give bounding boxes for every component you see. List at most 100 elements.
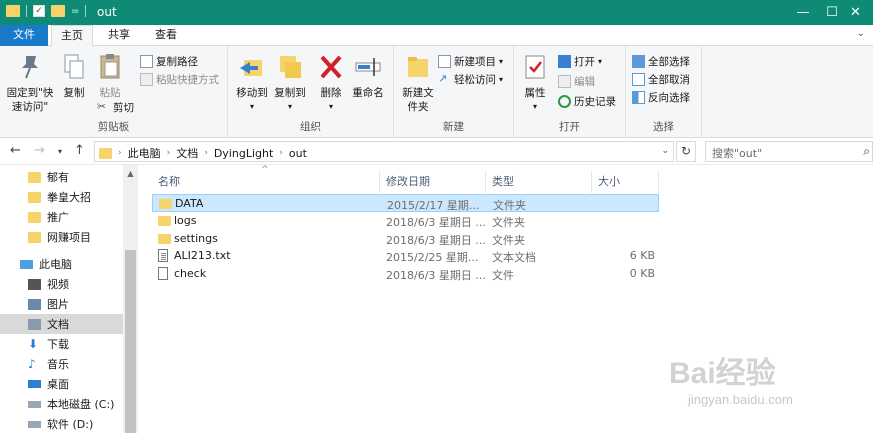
nav-item-music[interactable]: ♪ 音乐	[0, 354, 123, 374]
delete-button[interactable]: 删除 ▾	[316, 52, 346, 114]
window-title: out	[97, 5, 117, 19]
history-button[interactable]: 历史记录	[558, 94, 616, 109]
search-input[interactable]: 搜索"out" ⌕	[705, 141, 873, 162]
table-row[interactable]: DATA 2015/2/17 星期... 文件夹	[152, 194, 659, 212]
table-row[interactable]: settings 2018/6/3 星期日 ... 文件夹	[152, 230, 659, 248]
pin-icon	[16, 52, 44, 82]
cut-button[interactable]: ✂ 剪切	[97, 100, 134, 115]
nav-item-desktop[interactable]: 桌面	[0, 374, 123, 394]
nav-item-yuyou[interactable]: 郁有	[0, 167, 123, 187]
copy-path-button[interactable]: 复制路径	[140, 54, 198, 69]
chevron-right-icon[interactable]: ›	[118, 148, 122, 158]
history-icon	[558, 95, 571, 108]
open-icon	[558, 55, 571, 68]
nav-item-downloads[interactable]: ⬇ 下载	[0, 334, 123, 354]
breadcrumb-dyinglight[interactable]: DyingLight	[214, 147, 273, 160]
copy-to-button[interactable]: 复制到 ▾	[272, 52, 308, 114]
scroll-thumb[interactable]	[125, 250, 136, 433]
column-header-name[interactable]: 名称	[152, 171, 380, 193]
select-all-button[interactable]: 全部选择	[632, 54, 690, 69]
column-header-modified[interactable]: 修改日期	[380, 171, 486, 193]
new-item-label: 新建项目	[454, 56, 496, 68]
open-group: 属性 ▾ 打开 ▾ 编辑 历史记录 打开	[514, 46, 626, 138]
nav-item-label: 图片	[47, 298, 69, 311]
address-bar[interactable]: › 此电脑 › 文档 › DyingLight › out ⌄	[94, 141, 674, 162]
breadcrumb-documents[interactable]: 文档	[176, 145, 198, 161]
properties-button[interactable]: 属性 ▾	[520, 52, 550, 114]
tab-file[interactable]: 文件	[0, 25, 48, 46]
folder-icon	[159, 199, 172, 209]
nav-item-label: 软件 (D:)	[47, 418, 94, 431]
customize-toolbar-icon[interactable]: =	[71, 6, 79, 17]
chevron-right-icon[interactable]: ›	[279, 148, 283, 158]
paste-button[interactable]: 粘贴	[96, 52, 124, 100]
invert-selection-button[interactable]: 反向选择	[632, 90, 690, 105]
file-modified: 2018/6/3 星期日 ...	[386, 269, 486, 282]
copy-label: 复制	[63, 87, 85, 99]
nav-item-tuiguang[interactable]: 推广	[0, 207, 123, 227]
recent-locations-button[interactable]: ▾	[58, 147, 62, 156]
nav-item-label: 郁有	[47, 171, 69, 184]
move-to-button[interactable]: 移动到 ▾	[234, 52, 270, 114]
nav-item-this-pc[interactable]: 此电脑	[0, 254, 123, 274]
chevron-right-icon[interactable]: ›	[167, 148, 171, 158]
chevron-down-icon[interactable]: ⌄	[661, 146, 669, 156]
column-header-type[interactable]: 类型	[486, 171, 592, 193]
nav-item-wangzhuan[interactable]: 网赚项目	[0, 227, 123, 247]
open-button[interactable]: 打开 ▾	[558, 54, 602, 69]
forward-button[interactable]: →	[34, 143, 45, 158]
text-file-icon	[158, 249, 168, 262]
ribbon-tabs: 文件 主页 共享 查看 ⌄	[0, 25, 873, 47]
select-all-icon	[632, 55, 645, 68]
tab-share[interactable]: 共享	[98, 25, 140, 46]
tab-home[interactable]: 主页	[51, 25, 93, 47]
folder-icon	[6, 5, 20, 17]
nav-item-quanhuang[interactable]: 拳皇大招	[0, 187, 123, 207]
close-button[interactable]: ✕	[838, 0, 873, 25]
new-item-button[interactable]: 新建项目 ▾	[438, 54, 503, 69]
breadcrumb-out[interactable]: out	[289, 147, 307, 160]
up-button[interactable]: ↑	[74, 143, 85, 158]
file-modified: 2018/6/3 星期日 ...	[386, 216, 486, 229]
file-type: 文件	[492, 269, 514, 282]
properties-icon[interactable]: ✓	[33, 5, 45, 17]
breadcrumb-this-pc[interactable]: 此电脑	[128, 145, 161, 161]
back-button[interactable]: ←	[10, 143, 21, 158]
nav-item-pictures[interactable]: 图片	[0, 294, 123, 314]
table-row[interactable]: logs 2018/6/3 星期日 ... 文件夹	[152, 212, 659, 230]
nav-item-videos[interactable]: 视频	[0, 274, 123, 294]
select-none-button[interactable]: 全部取消	[632, 72, 690, 87]
select-none-label: 全部取消	[648, 74, 690, 86]
nav-item-drive-c[interactable]: 本地磁盘 (C:)	[0, 394, 123, 414]
ribbon: 固定到"快速访问" 复制 粘贴 复制路径 粘贴快捷方式 ✂ 剪切 剪贴板 移动到…	[0, 46, 873, 138]
pin-quick-access-button[interactable]: 固定到"快速访问"	[4, 52, 56, 114]
paste-shortcut-button[interactable]: 粘贴快捷方式	[140, 72, 219, 87]
scissors-icon: ✂	[97, 100, 107, 113]
new-folder-icon[interactable]	[51, 5, 65, 17]
table-row[interactable]: ALI213.txt 2015/2/25 星期... 文本文档 6 KB	[152, 247, 659, 265]
scroll-up-icon[interactable]: ▲	[123, 169, 138, 178]
edit-button[interactable]: 编辑	[558, 74, 595, 89]
invert-selection-icon	[632, 91, 645, 104]
tab-view[interactable]: 查看	[145, 25, 187, 46]
chevron-down-icon[interactable]: ⌄	[857, 28, 865, 39]
table-row[interactable]: check 2018/6/3 星期日 ... 文件 0 KB	[152, 265, 659, 283]
nav-scrollbar[interactable]: ▲	[123, 165, 138, 433]
new-group: 新建文件夹 新建项目 ▾ ↗ 轻松访问 ▾ 新建	[394, 46, 514, 138]
column-header-size[interactable]: 大小	[592, 171, 659, 193]
new-folder-label: 新建文件夹	[402, 87, 434, 113]
copy-button[interactable]: 复制	[60, 52, 88, 100]
new-folder-icon	[404, 52, 432, 82]
nav-item-documents[interactable]: 文档	[0, 314, 123, 334]
copy-to-label: 复制到	[274, 87, 306, 99]
refresh-button[interactable]: ↻	[676, 141, 696, 162]
download-icon: ⬇	[28, 336, 39, 351]
new-folder-button[interactable]: 新建文件夹	[398, 52, 438, 114]
rename-button[interactable]: 重命名	[350, 52, 386, 100]
nav-item-drive-d[interactable]: 软件 (D:)	[0, 414, 123, 433]
address-row: ← → ▾ ↑ › 此电脑 › 文档 › DyingLight › out ⌄ …	[0, 139, 873, 165]
chevron-right-icon[interactable]: ›	[204, 148, 208, 158]
chevron-down-icon: ▾	[598, 57, 603, 66]
easy-access-button[interactable]: ↗ 轻松访问 ▾	[438, 72, 503, 87]
search-icon[interactable]: ⌕	[863, 144, 870, 159]
